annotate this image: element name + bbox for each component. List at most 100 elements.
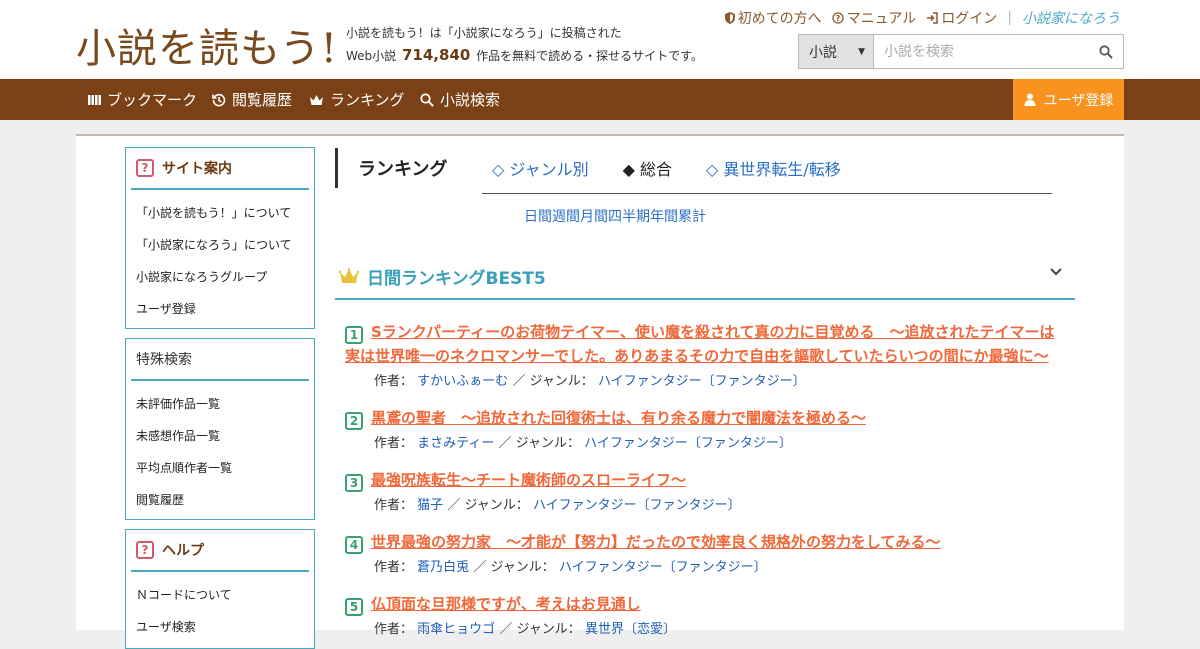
ranking-entry: 4 世界最強の努力家 〜才能が【努力】だったので効率良く規格外の努力をしてみる〜 … (345, 530, 1065, 575)
tagline-suffix: 作品を無料で読める・探せるサイトです。 (476, 49, 703, 63)
author-label: 作者： (374, 560, 414, 575)
author-link[interactable]: 蒼乃白兎 (417, 560, 469, 575)
genre-link[interactable]: ハイファンタジー〔ファンタジー〕 (584, 436, 792, 451)
nav-history[interactable]: 閲覧履歴 (212, 79, 292, 120)
sidebar-item-ncode[interactable]: Ｎコードについて (126, 578, 314, 610)
tab-isekai[interactable]: ◇ 異世界転生/転移 (706, 156, 841, 193)
sidebar-item-user-search[interactable]: ユーザ検索 (126, 610, 314, 642)
sidebar-help: ? ヘルプ Ｎコードについて ユーザ検索 (125, 529, 315, 649)
site-info-title: サイト案内 (162, 161, 232, 177)
manual-link[interactable]: ? マニュアル (832, 8, 917, 28)
novel-count: 714,840 (402, 46, 471, 64)
question-circle-icon: ? (832, 12, 844, 24)
entry-title-link[interactable]: 3 最強呪族転生～チート魔術師のスローライフ～ (345, 471, 687, 492)
ranking-entry: 3 最強呪族転生～チート魔術師のスローライフ～ 作者： 猫子 ／ ジャンル： ハイ… (345, 468, 1065, 513)
entry-meta: 作者： 蒼乃白兎 ／ ジャンル： ハイファンタジー〔ファンタジー〕 (374, 556, 1065, 575)
sidebar-item-no-review[interactable]: 未感想作品一覧 (126, 419, 314, 451)
login-label: ログイン (941, 11, 998, 27)
genre-label: ／ ジャンル： (447, 498, 529, 513)
entry-title-link[interactable]: 4 世界最強の努力家 〜才能が【努力】だったので効率良く規格外の努力をしてみる〜 (345, 533, 941, 554)
login-link[interactable]: ログイン (926, 8, 997, 28)
genre-label: ／ ジャンル： (473, 560, 555, 575)
login-icon (927, 12, 939, 24)
period-yearly[interactable]: 年間 (650, 206, 678, 226)
entry-title: Sランクパーティーのお荷物テイマー、使い魔を殺されて真の力に目覚める 〜追放され… (345, 323, 1055, 365)
svg-text:?: ? (835, 14, 840, 23)
register-label: ユーザ登録 (1043, 92, 1114, 109)
search-button[interactable] (1089, 35, 1123, 68)
sidebar-item-user-register[interactable]: ユーザ登録 (126, 292, 314, 324)
entry-title: 世界最強の努力家 〜才能が【努力】だったので効率良く規格外の努力をしてみる〜 (371, 533, 941, 551)
genre-label: ／ ジャンル： (498, 436, 581, 451)
history-icon (212, 93, 226, 106)
ranking-entry: 2 黒鳶の聖者 〜追放された回復術士は、有り余る魔力で闇魔法を極める〜 作者： ま… (345, 406, 1065, 451)
chevron-down-icon[interactable] (1049, 267, 1063, 277)
ranking-entry: 1 Sランクパーティーのお荷物テイマー、使い魔を殺されて真の力に目覚める 〜追放さ… (345, 320, 1065, 389)
search-icon (420, 92, 434, 107)
sidebar-item-narou-group[interactable]: 小説家になろうグループ (126, 260, 314, 292)
crown-icon (310, 94, 323, 105)
best5-header[interactable]: 日間ランキングBEST5 (335, 254, 1075, 300)
period-monthly[interactable]: 月間 (580, 206, 608, 226)
rank-number-icon: 4 (345, 536, 363, 554)
special-search-heading: 特殊検索 (131, 339, 309, 381)
ranking-heading: ランキング (335, 148, 447, 188)
divider: | (1007, 10, 1012, 26)
site-info-heading: ? サイト案内 (131, 148, 309, 190)
crown-icon (339, 267, 359, 283)
period-weekly[interactable]: 週間 (552, 206, 580, 226)
sidebar-special-search: 特殊検索 未評価作品一覧 未感想作品一覧 平均点順作者一覧 閲覧履歴 (125, 338, 315, 520)
tagline-prefix: Web小説 (346, 49, 397, 63)
entry-title: 最強呪族転生～チート魔術師のスローライフ～ (371, 471, 687, 489)
sidebar-item-history[interactable]: 閲覧履歴 (126, 483, 314, 515)
help-title: ヘルプ (162, 543, 204, 559)
nav-ranking[interactable]: ランキング (309, 79, 405, 120)
special-search-title: 特殊検索 (136, 352, 192, 368)
nav-search[interactable]: 小説検索 (420, 79, 500, 120)
genre-link[interactable]: ハイファンタジー〔ファンタジー〕 (533, 498, 741, 513)
site-logo[interactable]: 小説を読もう! (76, 16, 338, 74)
nav-ranking-label: ランキング (330, 91, 405, 109)
dropdown-arrow-icon: ▼ (858, 46, 865, 57)
manual-label: マニュアル (846, 11, 917, 27)
register-button[interactable]: ユーザ登録 (1013, 79, 1124, 120)
entry-meta: 作者： すかいふぁーむ ／ ジャンル： ハイファンタジー〔ファンタジー〕 (374, 370, 1065, 389)
question-icon: ? (136, 541, 154, 559)
period-quarterly[interactable]: 四半期 (608, 206, 650, 226)
genre-link[interactable]: ハイファンタジー〔ファンタジー〕 (598, 374, 806, 389)
best5-title: 日間ランキングBEST5 (367, 268, 546, 289)
narou-logo-link[interactable]: 小説家になろう (1022, 8, 1120, 28)
sidebar-item-unrated[interactable]: 未評価作品一覧 (126, 387, 314, 419)
sidebar-item-about-yomou[interactable]: 「小説を読もう！」について (126, 196, 314, 228)
first-time-link[interactable]: 初めての方へ (724, 8, 822, 28)
sidebar-item-about-narou[interactable]: 「小説家になろう」について (126, 228, 314, 260)
entry-meta: 作者： 雨傘ヒョウゴ ／ ジャンル： 異世界〔恋愛〕 (374, 618, 1065, 637)
nav-bookmark[interactable]: ブックマーク (88, 79, 197, 120)
site-header: 小説を読もう! 小説を読もう！は「小説家になろう」に投稿された Web小説 71… (0, 0, 1200, 79)
entry-title-link[interactable]: 2 黒鳶の聖者 〜追放された回復術士は、有り余る魔力で闇魔法を極める〜 (345, 409, 866, 430)
search-input[interactable] (874, 35, 1089, 68)
author-link[interactable]: 猫子 (417, 498, 443, 513)
bookmark-icon (88, 94, 101, 105)
author-link[interactable]: まさみティー (417, 436, 494, 451)
search-category-value: 小説 (809, 44, 837, 61)
tab-genre[interactable]: ◇ ジャンル別 (492, 156, 589, 193)
tagline: 小説を読もう！は「小説家になろう」に投稿された (346, 26, 622, 40)
ranking-entry: 5 仏頂面な旦那様ですが、考えはお見通し 作者： 雨傘ヒョウゴ ／ ジャンル： 異… (345, 592, 1065, 637)
sidebar-site-info: ? サイト案内 「小説を読もう！」について 「小説家になろう」について 小説家に… (125, 147, 315, 329)
author-label: 作者： (374, 436, 414, 451)
entry-title-link[interactable]: 5 仏頂面な旦那様ですが、考えはお見通し (345, 595, 641, 616)
genre-link[interactable]: ハイファンタジー〔ファンタジー〕 (559, 560, 767, 575)
period-daily[interactable]: 日間 (524, 206, 552, 226)
sidebar-item-avg-score[interactable]: 平均点順作者一覧 (126, 451, 314, 483)
nav-bookmark-label: ブックマーク (107, 91, 198, 109)
author-link[interactable]: すかいふぁーむ (417, 374, 508, 389)
entry-title-link[interactable]: 1 Sランクパーティーのお荷物テイマー、使い魔を殺されて真の力に目覚める 〜追放さ… (345, 323, 1055, 365)
author-label: 作者： (374, 498, 414, 513)
search-icon (1099, 44, 1113, 59)
entry-meta: 作者： 猫子 ／ ジャンル： ハイファンタジー〔ファンタジー〕 (374, 494, 1065, 513)
search-category-select[interactable]: 小説 ▼ (799, 35, 874, 68)
period-total[interactable]: 累計 (678, 206, 706, 226)
nav-search-label: 小説検索 (440, 91, 501, 109)
tab-overall[interactable]: ◆ 総合 (623, 156, 672, 193)
